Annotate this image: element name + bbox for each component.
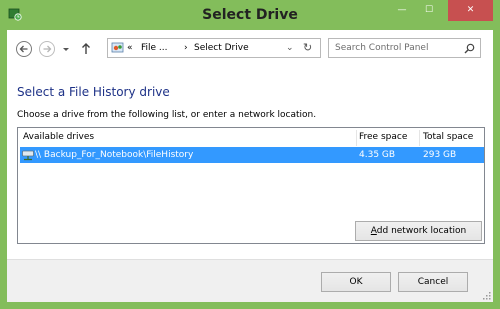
dialog-client-area: « File ... › Select Drive ⌄ ↻ Search Con… bbox=[7, 30, 493, 302]
add-network-location-button[interactable]: Add network location bbox=[355, 221, 482, 241]
navigation-bar: « File ... › Select Drive ⌄ ↻ Search Con… bbox=[7, 30, 493, 70]
title-bar[interactable]: Select Drive — ☐ ✕ bbox=[0, 0, 500, 30]
ok-label: OK bbox=[349, 277, 363, 287]
breadcrumb-file-history[interactable]: File ... bbox=[141, 43, 168, 53]
search-box[interactable]: Search Control Panel bbox=[328, 38, 481, 58]
back-arrow-icon[interactable] bbox=[15, 40, 33, 58]
address-overflow-chevron[interactable]: « bbox=[127, 43, 133, 53]
ok-button[interactable]: OK bbox=[321, 272, 391, 292]
recent-locations-chevron-icon[interactable] bbox=[60, 40, 72, 58]
control-panel-icon bbox=[111, 42, 124, 53]
address-dropdown-icon[interactable]: ⌄ bbox=[286, 43, 294, 53]
column-header-total-space[interactable]: Total space bbox=[423, 132, 473, 142]
instructions-text: Choose a drive from the following list, … bbox=[17, 110, 317, 120]
drive-free-space: 4.35 GB bbox=[359, 150, 396, 160]
refresh-icon[interactable]: ↻ bbox=[303, 41, 312, 54]
maximize-button[interactable]: ☐ bbox=[416, 0, 442, 21]
column-divider[interactable] bbox=[356, 130, 357, 146]
cancel-button[interactable]: Cancel bbox=[398, 272, 468, 292]
up-arrow-icon[interactable] bbox=[79, 40, 93, 58]
resize-grip-icon[interactable] bbox=[481, 290, 491, 300]
search-icon[interactable] bbox=[464, 43, 475, 54]
drive-path: \\ Backup_For_Notebook\FileHistory bbox=[35, 150, 194, 160]
network-drive-icon bbox=[22, 150, 34, 161]
minimize-icon: — bbox=[397, 5, 407, 15]
close-button[interactable]: ✕ bbox=[448, 0, 493, 21]
add-network-label: dd network location bbox=[376, 226, 467, 236]
dialog-footer: OK Cancel bbox=[7, 259, 493, 302]
column-header-available-drives[interactable]: Available drives bbox=[23, 132, 94, 142]
select-drive-window: Select Drive — ☐ ✕ « File ... › Select D… bbox=[0, 0, 500, 309]
column-header-free-space[interactable]: Free space bbox=[359, 132, 407, 142]
address-bar[interactable]: « File ... › Select Drive ⌄ ↻ bbox=[107, 38, 321, 58]
search-input[interactable]: Search Control Panel bbox=[335, 43, 428, 53]
drive-row-selected[interactable]: \\ Backup_For_Notebook\FileHistory 4.35 … bbox=[20, 147, 484, 163]
close-icon: ✕ bbox=[466, 5, 475, 15]
column-divider[interactable] bbox=[419, 130, 420, 146]
minimize-button[interactable]: — bbox=[389, 0, 415, 21]
breadcrumb-select-drive[interactable]: Select Drive bbox=[194, 43, 249, 53]
page-heading: Select a File History drive bbox=[17, 85, 170, 99]
breadcrumb-separator[interactable]: › bbox=[184, 43, 188, 53]
cancel-label: Cancel bbox=[417, 277, 449, 287]
drive-total-space: 293 GB bbox=[423, 150, 457, 160]
forward-arrow-icon[interactable] bbox=[38, 40, 56, 58]
maximize-icon: ☐ bbox=[424, 5, 434, 15]
